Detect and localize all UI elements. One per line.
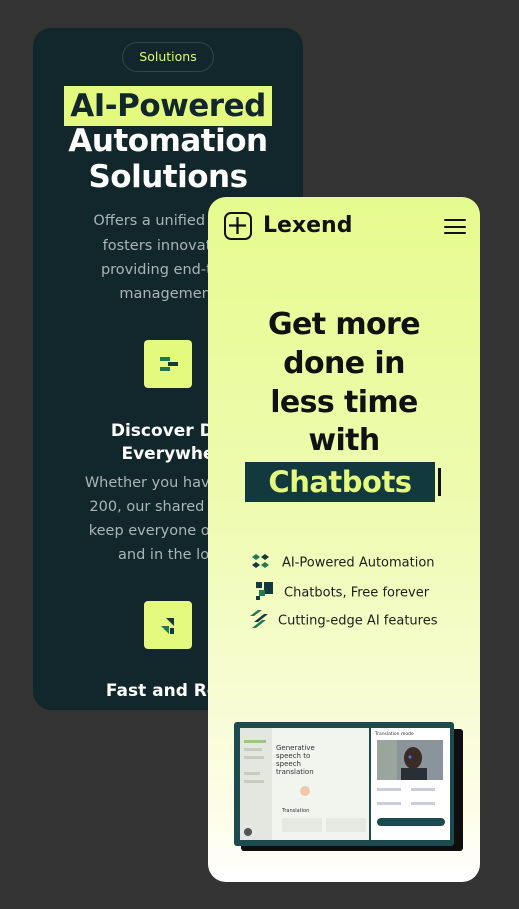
hero-highlight-line: AI-Powered <box>33 86 303 126</box>
typing-cursor <box>438 468 441 496</box>
fast-feature-icon <box>144 601 192 649</box>
hero-highlight: AI-Powered <box>64 86 272 126</box>
mockup-main-panel: Generative speech to speech translation … <box>240 728 369 840</box>
hero-title-line: Get more <box>268 307 421 342</box>
mockup-field-label: Translation <box>282 808 310 814</box>
ai-features-icon <box>250 610 270 632</box>
phone-card: Lexend Get more done in less time with C… <box>208 197 480 882</box>
bullet-text: Cutting-edge AI features <box>278 613 438 629</box>
mockup-video-frame <box>377 740 443 780</box>
hamburger-menu-icon[interactable] <box>444 219 466 235</box>
mockup-mic-icon <box>300 786 310 796</box>
hero-title-line: less time <box>270 385 418 420</box>
hero-title-line: with <box>308 423 380 458</box>
feature-bullet: Chatbots, Free forever <box>256 582 480 604</box>
hero-line-3: Solutions <box>88 159 248 195</box>
automation-icon <box>252 554 274 572</box>
feature-bullet: Cutting-edge AI features <box>250 610 480 632</box>
mockup-sidebar <box>240 728 272 840</box>
chatbots-highlight: Chatbots <box>245 462 435 502</box>
discover-feature-icon <box>144 340 192 388</box>
chatbot-icon <box>256 582 276 604</box>
mockup-side-label: Translation mode <box>375 732 414 737</box>
logo-text[interactable]: Lexend <box>263 213 352 238</box>
mockup-action-button <box>377 818 445 826</box>
hero-line-2: Automation <box>68 123 268 159</box>
feature-bullet: AI-Powered Automation <box>252 554 480 572</box>
app-mockup: Generative speech to speech translation … <box>234 722 454 846</box>
bullet-text: AI-Powered Automation <box>282 555 435 571</box>
mockup-heading: Generative speech to speech translation <box>276 744 315 776</box>
solutions-pill[interactable]: Solutions <box>122 42 214 72</box>
bullet-text: Chatbots, Free forever <box>284 585 430 601</box>
hero-title-line: done in <box>283 346 405 381</box>
mockup-video-panel: Translation mode <box>371 728 450 840</box>
lexend-logo-icon[interactable] <box>224 212 252 240</box>
